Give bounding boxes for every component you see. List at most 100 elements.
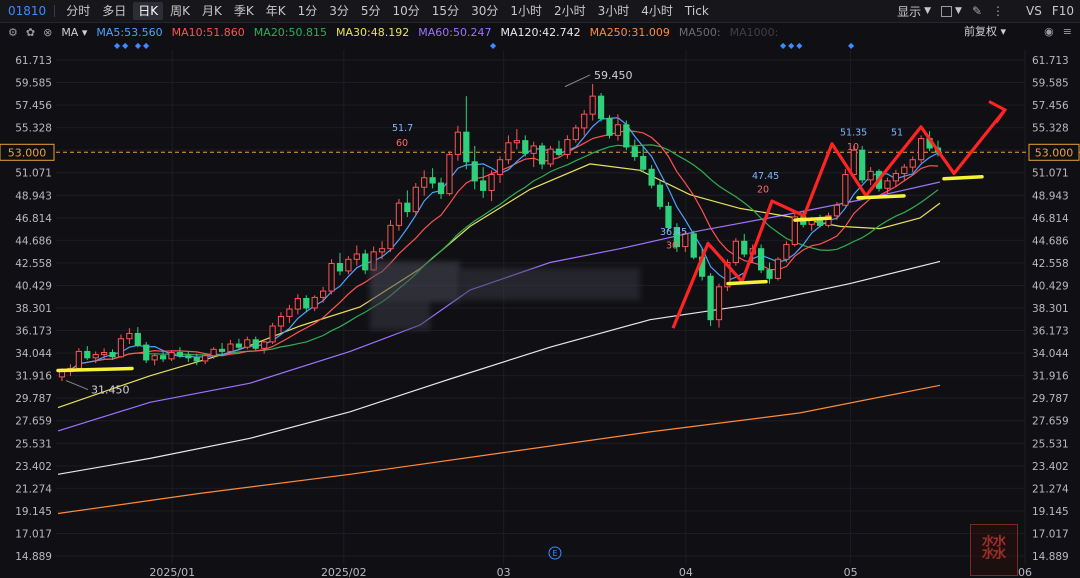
x-tick-label: 06 [1018,566,1032,578]
event-e-label: E [552,549,557,558]
candle-body [758,248,765,271]
y-tick-label: 21.274 [15,483,52,495]
candle-body [362,253,369,271]
candle-body [336,263,344,272]
y-tick-label-right: 46.814 [1032,213,1069,225]
ma250-line [57,384,941,515]
candle-body [732,240,739,263]
candle-body [859,149,866,181]
candle-body [202,355,209,362]
y-tick-label: 46.814 [15,213,52,225]
high-marker-line [564,74,591,88]
candle-body [918,138,925,161]
candle-body [294,297,301,310]
candle-body [320,290,327,298]
candle-body [581,113,588,129]
candle-body [648,168,655,186]
candle-body [109,352,116,358]
candle-body [185,355,192,359]
y-tick-label: 23.402 [15,461,52,473]
candle-body [395,202,403,226]
candle-body [421,177,428,188]
price-annotation: 36.45 [660,227,687,238]
candle-body [286,308,293,317]
candle-body [84,350,91,359]
candle-body [412,186,419,213]
price-annotation: 30 [666,241,678,252]
candle-body [168,352,175,360]
drawn-zigzag-line [671,109,1006,329]
y-tick-label-right: 29.787 [1032,393,1069,405]
candle-body [101,352,108,356]
x-tick-label: 04 [679,566,693,578]
y-tick-label: 27.659 [15,416,52,428]
y-tick-label-right: 19.145 [1032,506,1069,518]
candle-body [58,371,66,378]
price-annotation: 10 [847,142,859,153]
candle-body [480,180,487,191]
y-tick-label: 25.531 [15,438,52,450]
price-annotation: 51.35 [840,127,867,138]
y-tick-label-right: 40.429 [1032,280,1069,292]
candle-body [539,145,546,165]
candle-body [564,139,571,155]
y-tick-label-right: 38.301 [1032,303,1069,315]
y-tick-label: 59.585 [15,78,52,90]
y-tick-label: 48.943 [15,190,52,202]
candle-body [665,205,672,229]
y-tick-label-right: 51.071 [1032,168,1069,180]
candle-body [345,258,352,272]
candle-body [463,131,470,163]
candle-body [884,180,891,189]
candle-body [252,339,259,349]
candle-body [176,352,184,357]
candle-body [530,145,537,154]
candle-body [547,148,554,165]
y-tick-label: 55.328 [15,123,52,135]
candle-body [488,174,495,191]
y-tick-label: 31.916 [15,371,52,383]
y-tick-label: 29.787 [15,393,52,405]
candle-body [715,286,723,321]
candle-body [572,127,579,141]
y-tick-label-right: 14.889 [1032,551,1069,563]
candle-body [92,354,99,359]
drawn-support-line [793,216,832,222]
y-tick-label: 36.173 [15,326,52,338]
drawn-support-line [56,366,134,373]
candle-body [774,258,782,279]
ma5-line [61,117,939,373]
candle-body [867,170,874,181]
candle-body [513,140,520,144]
low-price-label: 31.450 [91,384,130,397]
candle-body [656,184,664,207]
candle-body [303,297,310,309]
candle-body [227,343,234,352]
y-tick-label: 57.456 [15,100,52,112]
candle-body [437,182,445,195]
candle-body [842,174,849,206]
price-annotation: 60 [396,138,408,149]
x-tick-label: 03 [497,566,511,578]
candle-body [235,343,242,348]
price-annotation: 51.7 [392,123,413,134]
candle-body [707,275,714,321]
blurred-region [460,268,640,300]
candle-body [429,177,436,184]
y-tick-label: 40.429 [15,280,52,292]
candle-body [690,233,697,258]
candle-body [269,325,276,343]
y-tick-label-right: 27.659 [1032,416,1069,428]
y-tick-label-right: 34.044 [1032,348,1069,360]
candle-body [909,159,916,168]
candle-body [496,159,504,176]
y-tick-label-right: 31.916 [1032,371,1069,383]
candle-body [193,357,200,362]
x-tick-label: 2025/02 [321,566,367,578]
drawn-support-line [942,175,984,181]
y-tick-label-right: 48.943 [1032,190,1069,202]
candle-body [261,341,268,349]
y-tick-label-right: 42.558 [1032,258,1069,270]
blurred-region [370,262,460,302]
candle-body [833,204,841,217]
